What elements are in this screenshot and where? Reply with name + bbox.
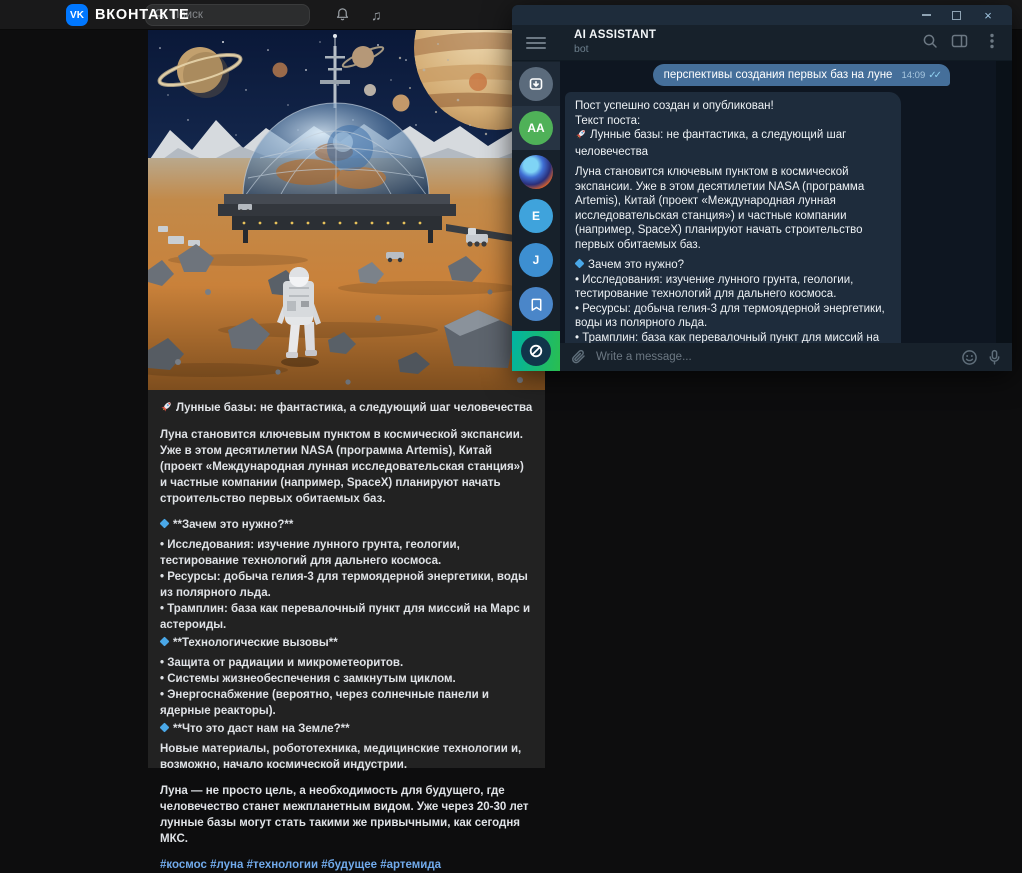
chat-window: × AI ASSISTANT bot перспективы создания … [512, 5, 1012, 371]
bot-bullet: • Исследования: изучение лунного грунта,… [575, 273, 891, 302]
menu-hamburger-icon[interactable] [526, 33, 546, 53]
read-checks-icon: ✓✓ [928, 70, 939, 81]
vk-logo[interactable]: VK [66, 4, 88, 26]
bot-bullet: • Ресурсы: добыча гелия-3 для термоядерн… [575, 302, 891, 331]
post-bullet: • Трамплин: база как перевалочный пункт … [160, 601, 533, 633]
sidebar-item-archive[interactable] [512, 62, 560, 106]
rocket-emoji [575, 128, 587, 145]
post-bullet: • Защита от радиации и микрометеоритов. [160, 655, 533, 671]
avatar-ai-assistant: AA [519, 111, 553, 145]
bot-bullet: • Трамплин: база как перевалочный пункт … [575, 331, 891, 344]
window-titlebar[interactable]: × [512, 5, 1012, 25]
post-section-title: **Технологические вызовы** [160, 635, 533, 651]
avatar-art [519, 155, 553, 189]
sidebar-item-art-chat[interactable] [512, 150, 560, 194]
sidebar-item-j[interactable]: J [512, 238, 560, 282]
moon-small [364, 84, 376, 96]
post-paragraph: Луна становится ключевым пунктом в косми… [160, 427, 533, 507]
post-image[interactable] [148, 30, 545, 390]
search-icon[interactable] [922, 33, 938, 54]
chat-title: AI ASSISTANT [574, 29, 656, 41]
bot-section-title: Зачем это нужно? [575, 258, 891, 273]
diamond-emoji [575, 259, 585, 269]
mic-icon[interactable] [987, 349, 1002, 366]
bot-line: Текст поста: [575, 114, 891, 129]
post-title: Лунные базы: не фантастика, а следующий … [160, 400, 533, 418]
message-input-bar [560, 343, 1012, 371]
bookmark-icon [519, 287, 553, 321]
bot-line: Лунные базы: не фантастика, а следующий … [575, 128, 891, 159]
planet-brown [273, 63, 288, 78]
close-button[interactable]: × [980, 8, 996, 22]
post-bullet: • Энергоснабжение (вероятно, через солне… [160, 687, 533, 719]
chat-subtitle: bot [574, 43, 589, 55]
post-bullet: • Системы жизнеобеспечения с замкнутым ц… [160, 671, 533, 687]
outgoing-message[interactable]: перспективы создания первых баз на луне 1… [653, 64, 950, 86]
post-paragraph: Луна — не просто цель, а необходимость д… [160, 783, 533, 847]
attach-icon[interactable] [570, 349, 587, 366]
post-section-title: **Зачем это нужно?** [160, 517, 533, 533]
minimize-icon [922, 14, 931, 16]
post-bullet: • Исследования: изучение лунного грунта,… [160, 537, 533, 569]
blocked-circle-icon [521, 336, 551, 366]
bot-paragraph: Луна становится ключевым пунктом в косми… [575, 165, 891, 252]
avatar-j: J [519, 243, 553, 277]
message-input[interactable] [596, 351, 952, 363]
post-paragraph: Новые материалы, робототехника, медицинс… [160, 741, 533, 773]
music-icon[interactable]: ♫ [371, 7, 382, 23]
diamond-emoji [160, 637, 170, 647]
emoji-icon[interactable] [961, 349, 978, 366]
rocket-emoji [160, 400, 173, 418]
post-hashtags[interactable]: #космос #луна #технологии #будущее #арте… [160, 857, 533, 873]
messages-area[interactable]: перспективы создания первых баз на луне 1… [560, 61, 1012, 371]
message-time: 14:09 [901, 70, 925, 81]
post-text: Лунные базы: не фантастика, а следующий … [148, 390, 545, 873]
post-section-title: **Что это даст нам на Земле?** [160, 721, 533, 737]
scrollbar-track[interactable] [996, 61, 1012, 371]
planet-tan [393, 95, 410, 112]
vk-brand-wordmark[interactable]: ВКОНТАКТЕ [95, 7, 189, 23]
avatar-e: E [519, 199, 553, 233]
bot-line: Пост успешно создан и опубликован! [575, 99, 891, 114]
maximize-button[interactable] [948, 8, 964, 22]
sidebar-toggle-icon[interactable] [951, 33, 968, 54]
outgoing-message-text: перспективы создания первых баз на луне [664, 69, 893, 81]
vk-post: Лунные базы: не фантастика, а следующий … [148, 30, 545, 768]
maximize-icon [952, 11, 961, 20]
sidebar-item-saved-messages[interactable] [512, 282, 560, 326]
more-menu-icon[interactable] [990, 33, 994, 54]
sidebar-item-ai-assistant[interactable]: AA [512, 106, 560, 150]
incoming-message[interactable]: Пост успешно создан и опубликован! Текст… [565, 92, 901, 343]
sidebar-item-e[interactable]: E [512, 194, 560, 238]
chat-header: AI ASSISTANT bot [512, 25, 1012, 61]
chat-sidebar: AA E J [512, 61, 560, 371]
diamond-emoji [160, 723, 170, 733]
diamond-emoji [160, 519, 170, 529]
bell-icon[interactable] [335, 7, 350, 27]
minimize-button[interactable] [918, 8, 934, 22]
post-bullet: • Ресурсы: добыча гелия-3 для термоядерн… [160, 569, 533, 601]
sidebar-item-status[interactable] [512, 331, 560, 371]
archive-icon [519, 67, 553, 101]
